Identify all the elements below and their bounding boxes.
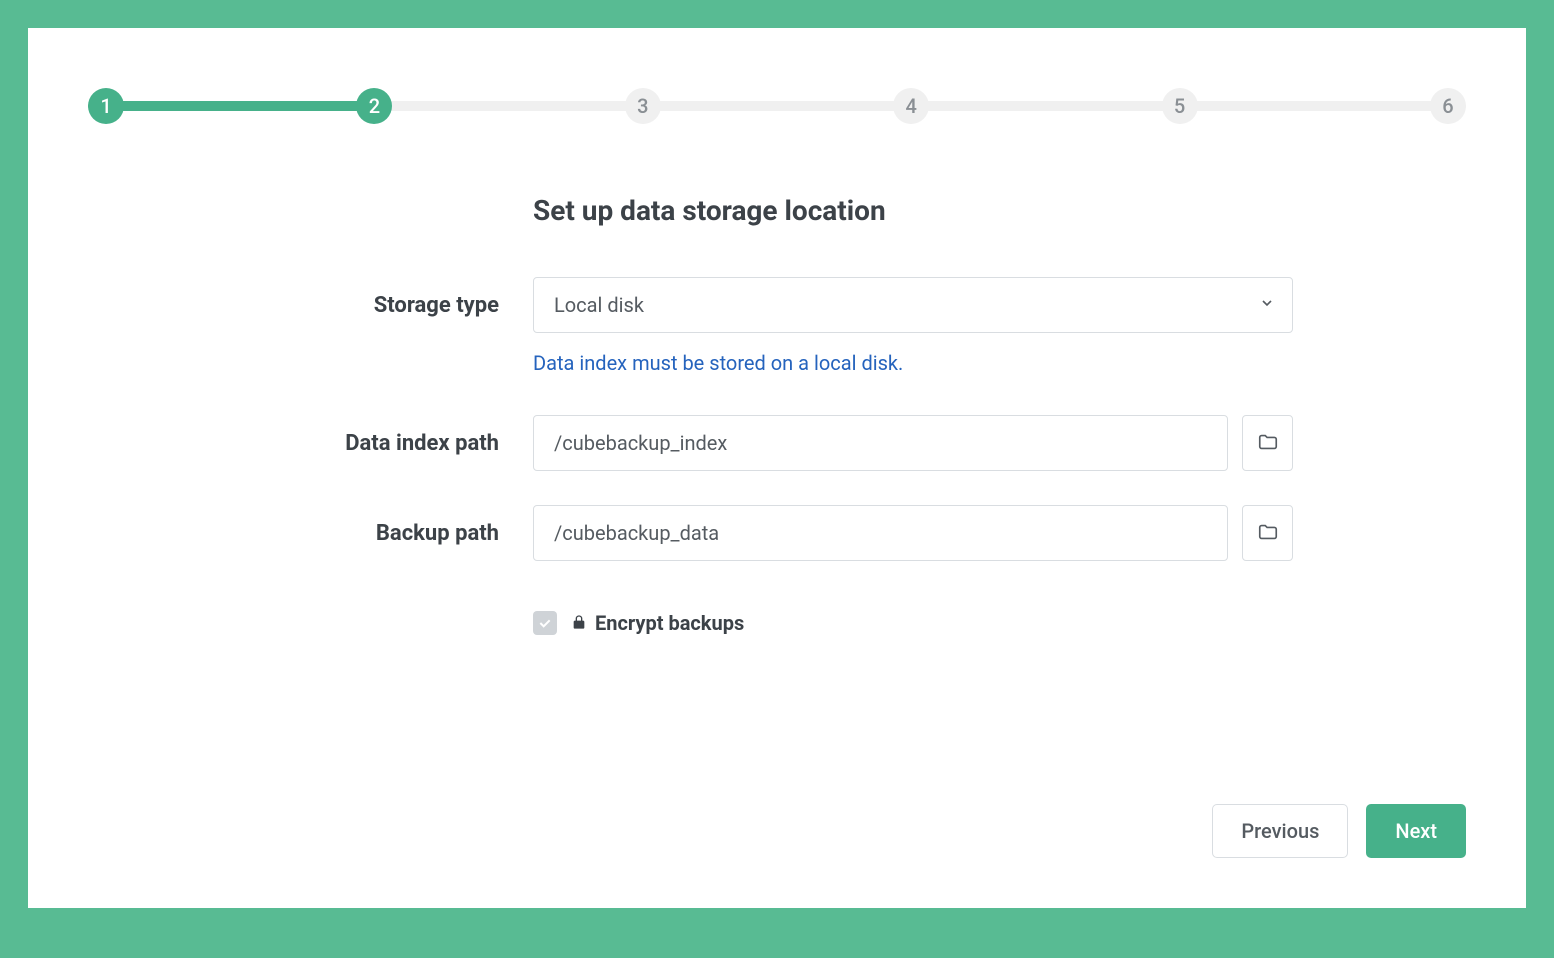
encrypt-label: Encrypt backups [571,611,744,635]
wizard-buttons: Previous Next [1212,804,1466,858]
data-index-path-input[interactable] [533,415,1228,471]
step-5: 5 [1162,88,1198,124]
row-backup-path: Backup path [88,505,1466,561]
previous-button[interactable]: Previous [1212,804,1348,858]
page-title: Set up data storage location [533,194,1466,227]
browse-backup-path-button[interactable] [1242,505,1293,561]
label-data-index-path: Data index path [88,431,533,456]
wizard-panel: 1 2 3 4 5 6 Set up data storage location… [28,28,1526,908]
row-data-index-path: Data index path [88,415,1466,471]
wizard-stepper: 1 2 3 4 5 6 [88,88,1466,124]
encrypt-label-text: Encrypt backups [595,611,744,635]
folder-icon [1257,521,1279,546]
hint-data-index: Data index must be stored on a local dis… [533,351,1466,375]
step-3: 3 [625,88,661,124]
backup-path-input[interactable] [533,505,1228,561]
folder-icon [1257,431,1279,456]
lock-icon [571,611,587,635]
browse-data-index-button[interactable] [1242,415,1293,471]
row-storage-type: Storage type Local disk [88,277,1466,333]
label-storage-type: Storage type [88,293,533,318]
step-4: 4 [893,88,929,124]
encrypt-checkbox[interactable] [533,611,557,635]
step-1[interactable]: 1 [88,88,124,124]
storage-type-select[interactable]: Local disk [533,277,1293,333]
next-button[interactable]: Next [1366,804,1466,858]
step-6: 6 [1430,88,1466,124]
step-2[interactable]: 2 [356,88,392,124]
label-backup-path: Backup path [88,521,533,546]
row-encrypt: Encrypt backups [533,611,1466,635]
stepper-progress [88,101,364,111]
